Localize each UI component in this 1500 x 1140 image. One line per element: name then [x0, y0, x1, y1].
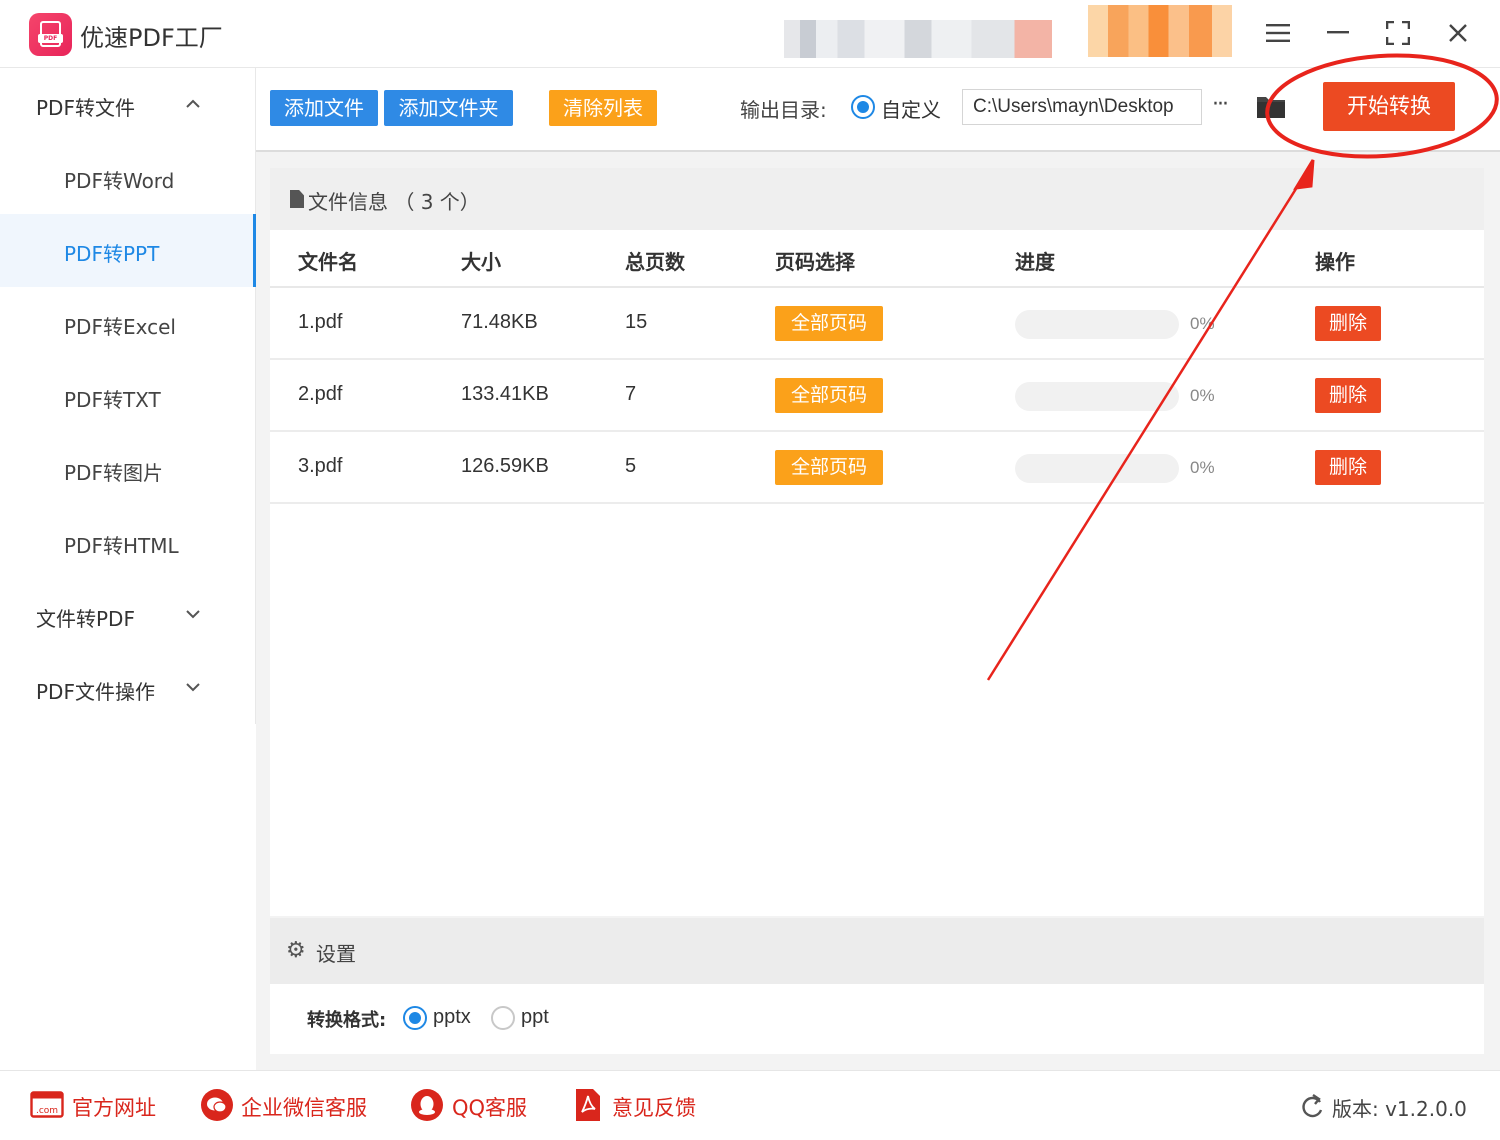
sidebar: PDF转文件 PDF转Word PDF转PPT PDF转Excel PDF转TX…	[0, 68, 256, 724]
file-name: 2.pdf	[298, 383, 343, 405]
table-row: 1.pdf 71.48KB 15 全部页码 0% 删除	[270, 288, 1484, 360]
column-filename: 文件名	[298, 250, 358, 274]
file-size: 71.48KB	[461, 311, 538, 333]
column-action: 操作	[1315, 250, 1355, 274]
progress-bar	[1015, 382, 1179, 411]
chevron-up-icon	[186, 92, 200, 113]
browse-more-button[interactable]: ···	[1212, 92, 1229, 117]
file-name: 1.pdf	[298, 311, 343, 333]
sidebar-group-file-to-pdf[interactable]: 文件转PDF	[0, 579, 256, 652]
progress-percent: 0%	[1190, 314, 1215, 333]
file-name: 3.pdf	[298, 455, 343, 477]
table-row: 3.pdf 126.59KB 5 全部页码 0% 删除	[270, 432, 1484, 504]
file-pages: 7	[625, 383, 637, 405]
sidebar-item-label: PDF转Word	[64, 169, 175, 193]
gear-icon: ⚙	[286, 938, 306, 963]
progress-percent: 0%	[1190, 386, 1215, 405]
settings-header: ⚙ 设置	[270, 918, 1484, 984]
file-size: 126.59KB	[461, 455, 549, 477]
sidebar-item-pdf-to-txt[interactable]: PDF转TXT	[0, 360, 256, 433]
wechat-icon	[200, 1088, 234, 1126]
wechat-service-link[interactable]: 企业微信客服	[241, 1092, 367, 1122]
start-convert-button[interactable]: 开始转换	[1323, 82, 1455, 131]
svg-text:.com: .com	[36, 1106, 58, 1116]
blurred-account-info	[784, 20, 1052, 58]
column-progress: 进度	[1015, 250, 1055, 274]
chevron-down-icon	[186, 603, 200, 624]
app-title: 优速PDF工厂	[80, 24, 223, 52]
progress-bar	[1015, 454, 1179, 483]
add-folder-button[interactable]: 添加文件夹	[384, 90, 513, 126]
file-list-panel: 文件信息 （ 3 个） 文件名 大小 总页数 页码选择 进度 操作 1.pdf …	[270, 168, 1484, 916]
delete-button[interactable]: 删除	[1315, 378, 1381, 413]
version-label: 版本: v1.2.0.0	[1332, 1097, 1467, 1121]
minimize-icon[interactable]	[1318, 14, 1358, 52]
fullscreen-icon[interactable]	[1378, 14, 1418, 52]
app-logo-icon: PDF	[29, 13, 72, 56]
progress-percent: 0%	[1190, 458, 1215, 477]
sidebar-item-label: PDF转图片	[64, 461, 163, 485]
file-size: 133.41KB	[461, 383, 549, 405]
footer: .com 官方网址 企业微信客服 QQ客服 意见反馈 版本: v1.2.0.0	[0, 1070, 1500, 1140]
chevron-down-icon	[186, 676, 200, 697]
delete-button[interactable]: 删除	[1315, 450, 1381, 485]
format-option-ppt: ppt	[521, 1006, 549, 1028]
title-bar: PDF 优速PDF工厂	[0, 0, 1500, 68]
feedback-link[interactable]: 意见反馈	[612, 1092, 696, 1122]
settings-title: 设置	[316, 942, 356, 966]
format-radio-pptx[interactable]	[403, 1006, 427, 1030]
close-icon[interactable]	[1438, 14, 1478, 52]
file-pages: 5	[625, 455, 637, 477]
sidebar-group-pdf-operations[interactable]: PDF文件操作	[0, 652, 256, 725]
sidebar-item-label: PDF转TXT	[64, 388, 161, 412]
com-icon: .com	[30, 1091, 64, 1125]
custom-output-radio[interactable]	[851, 95, 875, 119]
output-path-input[interactable]: C:\Users\mayn\Desktop	[962, 89, 1202, 125]
progress-bar	[1015, 310, 1179, 339]
add-file-button[interactable]: 添加文件	[270, 90, 378, 126]
file-pages: 15	[625, 311, 648, 333]
sidebar-item-pdf-to-excel[interactable]: PDF转Excel	[0, 287, 256, 360]
page-select-button[interactable]: 全部页码	[775, 306, 883, 341]
file-info-title: 文件信息 （ 3 个）	[308, 190, 480, 214]
sidebar-item-pdf-to-image[interactable]: PDF转图片	[0, 433, 256, 506]
sidebar-item-label: PDF转HTML	[64, 534, 179, 558]
sidebar-group-label: 文件转PDF	[36, 607, 135, 631]
column-pages: 总页数	[625, 250, 685, 274]
sidebar-item-pdf-to-ppt[interactable]: PDF转PPT	[0, 214, 256, 287]
sidebar-item-pdf-to-html[interactable]: PDF转HTML	[0, 506, 256, 579]
sidebar-item-label: PDF转PPT	[64, 242, 160, 266]
page-select-button[interactable]: 全部页码	[775, 450, 883, 485]
qq-service-link[interactable]: QQ客服	[452, 1092, 527, 1122]
format-radio-ppt[interactable]	[491, 1006, 515, 1030]
file-icon	[290, 190, 304, 208]
format-option-pptx: pptx	[433, 1006, 471, 1028]
format-label: 转换格式:	[307, 1010, 387, 1031]
qq-icon	[410, 1088, 444, 1126]
table-row: 2.pdf 133.41KB 7 全部页码 0% 删除	[270, 360, 1484, 432]
blurred-promo-banner	[1088, 5, 1232, 57]
output-dir-label: 输出目录:	[740, 98, 827, 122]
sidebar-item-label: PDF转Excel	[64, 315, 176, 339]
page-select-button[interactable]: 全部页码	[775, 378, 883, 413]
custom-output-label: 自定义	[881, 98, 941, 122]
sidebar-group-label: PDF转文件	[36, 96, 135, 120]
settings-body: 转换格式: pptx ppt	[270, 984, 1484, 1054]
refresh-icon[interactable]	[1300, 1093, 1324, 1123]
website-link[interactable]: 官方网址	[72, 1092, 156, 1122]
menu-icon[interactable]	[1258, 14, 1298, 52]
column-size: 大小	[461, 250, 501, 274]
pdf-feedback-icon	[575, 1088, 601, 1126]
folder-icon[interactable]	[1256, 92, 1286, 124]
sidebar-group-label: PDF文件操作	[36, 680, 155, 704]
sidebar-item-pdf-to-word[interactable]: PDF转Word	[0, 141, 256, 214]
file-info-header: 文件信息 （ 3 个）	[270, 168, 1484, 230]
clear-list-button[interactable]: 清除列表	[549, 90, 657, 126]
delete-button[interactable]: 删除	[1315, 306, 1381, 341]
sidebar-group-pdf-to-file[interactable]: PDF转文件	[0, 68, 256, 141]
column-page-select: 页码选择	[775, 250, 855, 274]
